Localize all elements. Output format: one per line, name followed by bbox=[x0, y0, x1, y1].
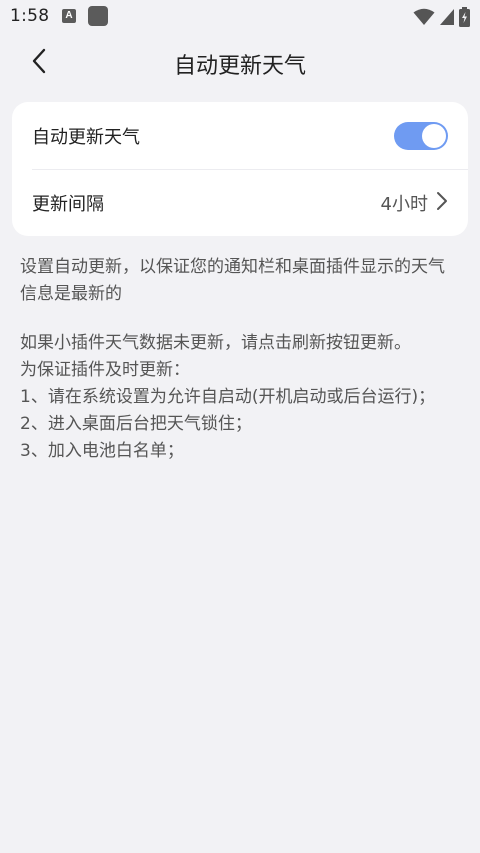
toggle-knob bbox=[422, 123, 446, 148]
description-paragraph-2: 如果小插件天气数据未更新，请点击刷新按钮更新。 为保证插件及时更新： 1、请在系… bbox=[20, 330, 460, 465]
wifi-icon bbox=[413, 8, 435, 26]
status-icons bbox=[413, 7, 470, 27]
description-line: 3、加入电池白名单； bbox=[20, 441, 184, 461]
square-notification-icon bbox=[88, 6, 108, 26]
status-time: 1:58 bbox=[10, 6, 50, 26]
auto-update-row[interactable]: 自动更新天气 bbox=[12, 102, 468, 169]
app-header: 自动更新天气 bbox=[0, 34, 480, 92]
description-text: 设置自动更新，以保证您的通知栏和桌面插件显示的天气信息是最新的 bbox=[20, 257, 445, 304]
update-interval-label: 更新间隔 bbox=[32, 193, 104, 215]
chevron-right-icon bbox=[436, 191, 448, 215]
update-interval-row[interactable]: 更新间隔 4小时 bbox=[12, 169, 468, 236]
status-bar: 1:58 A bbox=[0, 0, 480, 34]
description-paragraph-1: 设置自动更新，以保证您的通知栏和桌面插件显示的天气信息是最新的 bbox=[20, 254, 460, 308]
description-line: 2、进入桌面后台把天气锁住； bbox=[20, 414, 252, 434]
auto-update-toggle[interactable] bbox=[394, 121, 448, 150]
app-notification-icon: A bbox=[62, 9, 76, 23]
signal-icon bbox=[439, 8, 455, 26]
description-line: 1、请在系统设置为允许自启动(开机启动或后台运行)； bbox=[20, 387, 436, 407]
auto-update-label: 自动更新天气 bbox=[32, 126, 140, 148]
settings-card: 自动更新天气 更新间隔 4小时 bbox=[12, 102, 468, 236]
description-line: 为保证插件及时更新： bbox=[20, 360, 190, 380]
description-line: 如果小插件天气数据未更新，请点击刷新按钮更新。 bbox=[20, 333, 411, 353]
update-interval-value-wrap: 4小时 bbox=[381, 190, 448, 216]
update-interval-value: 4小时 bbox=[380, 193, 428, 215]
battery-charging-icon bbox=[459, 7, 470, 27]
page-title: 自动更新天气 bbox=[173, 54, 306, 79]
